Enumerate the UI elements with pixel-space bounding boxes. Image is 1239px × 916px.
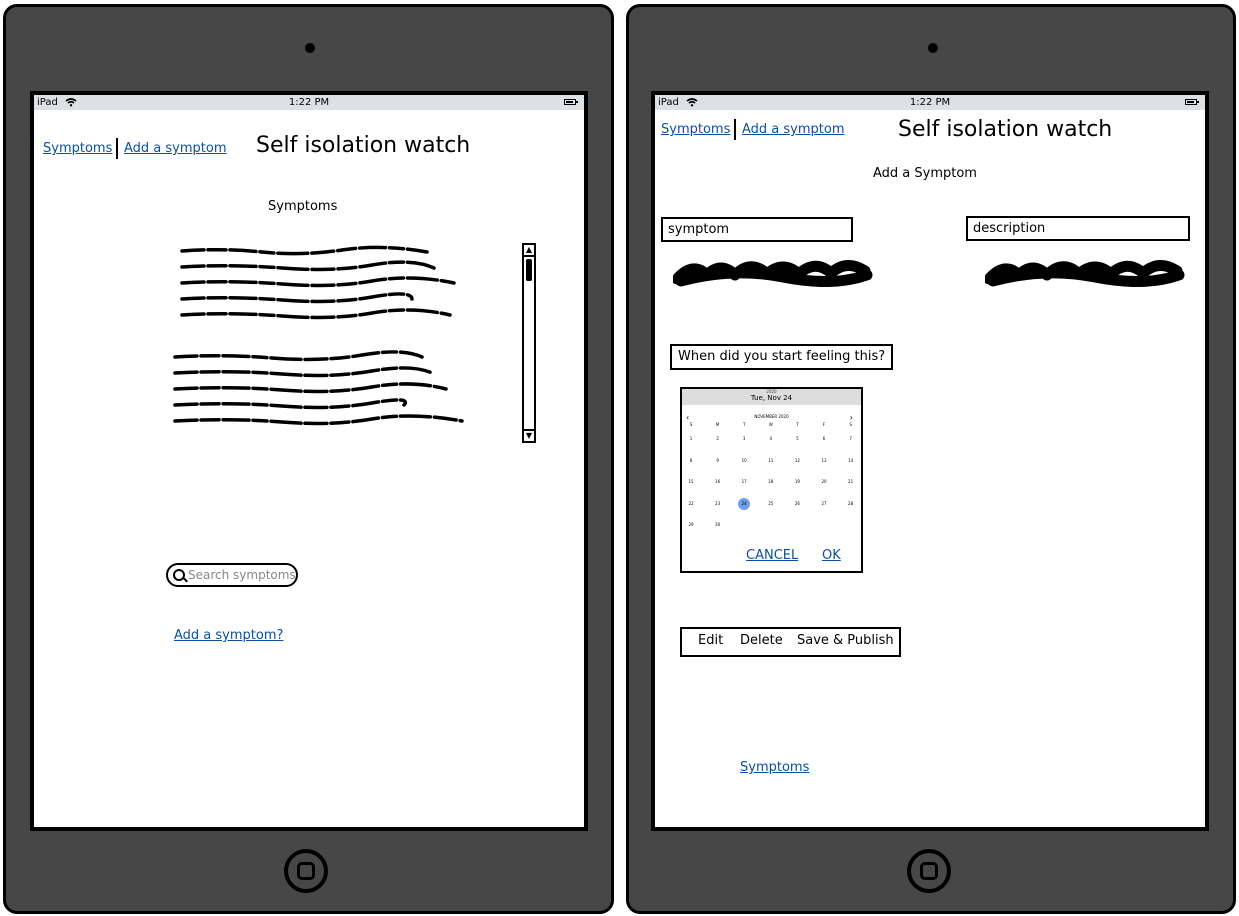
calendar-day[interactable]: 1 (685, 433, 697, 445)
calendar-day[interactable]: 30 (712, 519, 724, 531)
calendar-day[interactable]: 13 (818, 455, 830, 467)
calendar-day[interactable]: 10 (738, 455, 750, 467)
date-picker-selected: Tue, Nov 24 (750, 394, 793, 402)
search-placeholder: Search symptoms (188, 568, 296, 582)
calendar-day[interactable]: 18 (765, 476, 777, 488)
description-field[interactable]: description (966, 216, 1192, 243)
calendar-day[interactable]: 20 (818, 476, 830, 488)
weekday-label: S (689, 422, 693, 427)
search-icon (173, 569, 185, 581)
edit-button[interactable]: Edit (698, 629, 723, 653)
section-title: Symptoms (268, 199, 338, 214)
scroll-down-icon[interactable]: ▼ (524, 429, 534, 441)
calendar-day[interactable]: 21 (845, 476, 857, 488)
scroll-thumb[interactable] (526, 259, 532, 281)
date-picker[interactable]: 2020 Tue, Nov 24 ‹ › NOVEMBER 2020 SMTWT… (680, 387, 863, 573)
app-title: Self isolation watch (898, 117, 1113, 142)
calendar-day[interactable]: 14 (845, 455, 857, 467)
screen-right: iPad 1:22 PM Symptoms Add a symptom Self… (651, 91, 1209, 831)
weekday-label: W (768, 422, 773, 427)
calendar-day[interactable]: 4 (765, 433, 777, 445)
delete-button[interactable]: Delete (740, 629, 783, 653)
nav-symptoms-link[interactable]: Symptoms (43, 141, 112, 156)
battery-icon (564, 99, 578, 105)
calendar-day-selected[interactable]: 24 (738, 497, 751, 510)
text-scrollbar[interactable]: ▲ ▼ (522, 243, 536, 443)
weekday-label: F (822, 422, 826, 427)
status-bar: iPad 1:22 PM (34, 95, 584, 110)
calendar-day[interactable]: 2 (712, 433, 724, 445)
date-picker-header: 2020 Tue, Nov 24 (682, 389, 861, 405)
nav-add-symptom-link[interactable]: Add a symptom (124, 141, 227, 156)
nav-divider (734, 119, 736, 140)
search-input[interactable]: Search symptoms (166, 563, 298, 587)
bottom-symptoms-link[interactable]: Symptoms (740, 760, 809, 775)
symptom-scribble (673, 260, 873, 287)
calendar-day[interactable]: 12 (791, 455, 803, 467)
calendar-day[interactable]: 8 (685, 455, 697, 467)
screen-left: iPad 1:22 PM Symptoms Add a symptom Self… (30, 91, 588, 831)
nav-divider (116, 138, 118, 159)
weekday-label: T (742, 422, 746, 427)
scroll-up-icon[interactable]: ▲ (524, 245, 534, 257)
save-publish-button[interactable]: Save & Publish (797, 629, 894, 653)
calendar-day[interactable]: 29 (685, 519, 697, 531)
calendar-day[interactable]: 3 (738, 433, 750, 445)
ok-button[interactable]: OK (822, 548, 841, 563)
nav-add-symptom-link[interactable]: Add a symptom (742, 122, 845, 137)
description-scribble (985, 260, 1185, 287)
ipad-frame-right: iPad 1:22 PM Symptoms Add a symptom Self… (626, 4, 1236, 914)
redacted-text-block (173, 245, 464, 426)
camera-dot (928, 43, 938, 53)
ipad-frame-left: iPad 1:22 PM Symptoms Add a symptom Self… (3, 4, 614, 914)
calendar-day[interactable]: 6 (818, 433, 830, 445)
calendar-day[interactable]: 23 (712, 498, 724, 510)
calendar-day[interactable]: 22 (685, 498, 697, 510)
symptom-field[interactable]: symptom (661, 217, 855, 244)
add-symptom-question-link[interactable]: Add a symptom? (174, 628, 283, 643)
calendar-day[interactable]: 9 (712, 455, 724, 467)
calendar-day[interactable]: 25 (765, 498, 777, 510)
nav-symptoms-link[interactable]: Symptoms (661, 122, 730, 137)
description-field-value: description (973, 221, 1046, 236)
status-time: 1:22 PM (909, 97, 951, 108)
weekday-label: S (849, 422, 852, 427)
calendar-day[interactable]: 15 (685, 476, 697, 488)
battery-icon (1185, 99, 1199, 105)
cancel-button[interactable]: CANCEL (746, 548, 798, 563)
weekday-label: M (715, 422, 720, 427)
home-button[interactable] (907, 849, 951, 893)
calendar-day[interactable]: 16 (712, 476, 724, 488)
app-title: Self isolation watch (256, 133, 471, 158)
action-bar: Edit Delete Save & Publish (680, 627, 901, 657)
camera-dot (305, 43, 315, 53)
when-label: When did you start feeling this? (670, 344, 894, 370)
status-bar: iPad 1:22 PM (655, 95, 1205, 110)
calendar-day[interactable]: 26 (791, 498, 803, 510)
symptom-field-value: symptom (668, 222, 730, 237)
section-title: Add a Symptom (873, 166, 977, 181)
calendar-day[interactable]: 27 (818, 498, 830, 510)
calendar-day[interactable]: 5 (791, 433, 803, 445)
calendar-day[interactable]: 19 (791, 476, 803, 488)
calendar-day[interactable]: 11 (765, 455, 777, 467)
weekday-label: T (796, 422, 799, 427)
calendar-day[interactable]: 17 (738, 476, 750, 488)
status-time: 1:22 PM (288, 97, 330, 108)
calendar-day[interactable]: 28 (845, 498, 857, 510)
calendar-day[interactable]: 7 (845, 433, 857, 445)
home-button[interactable] (284, 849, 328, 893)
